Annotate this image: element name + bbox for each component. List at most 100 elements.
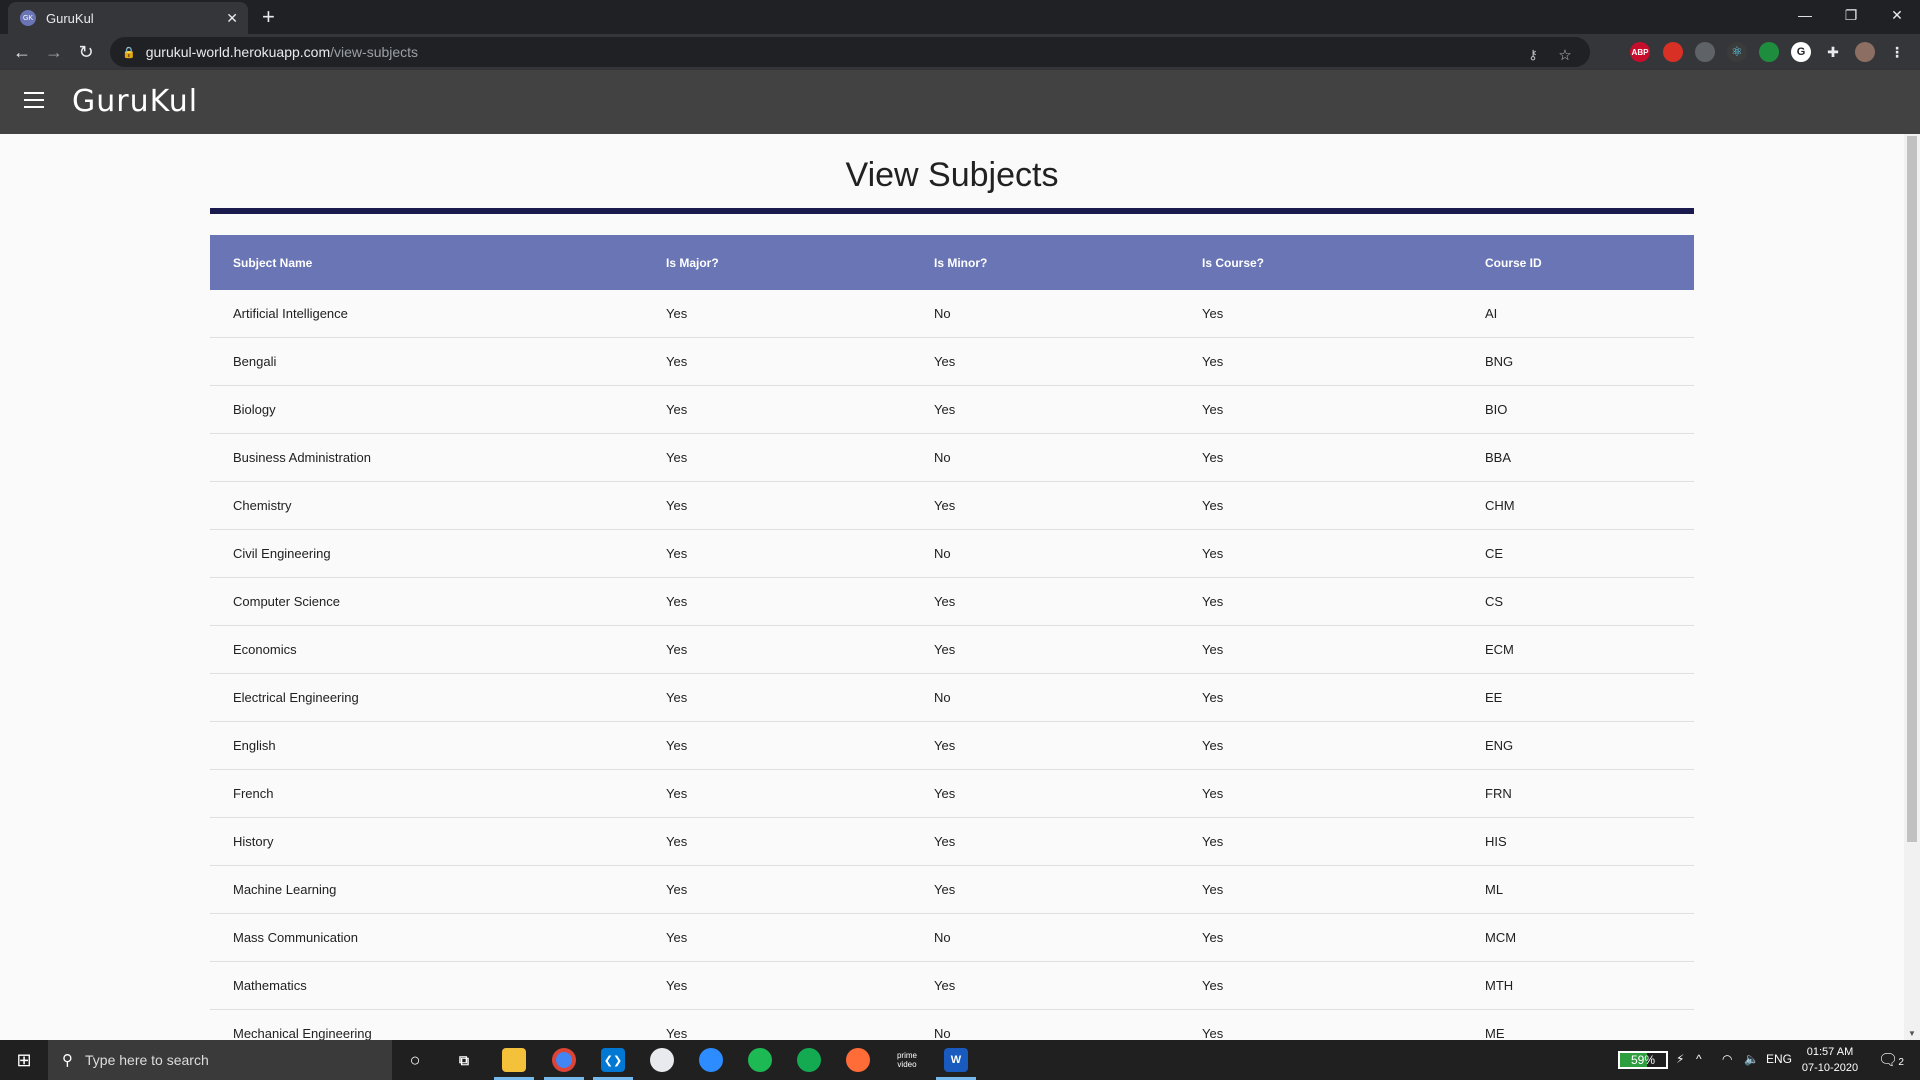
tab-close-icon[interactable]: ✕ <box>226 10 238 27</box>
address-bar[interactable]: 🔒 gurukul-world.herokuapp.com/view-subje… <box>110 37 1590 67</box>
page-scrollbar[interactable]: ▼ <box>1904 134 1920 1040</box>
search-icon: ⚲ <box>62 1052 73 1069</box>
volume-icon[interactable]: 🔈 <box>1744 1052 1759 1066</box>
vscode-icon[interactable]: ❮❯ <box>601 1048 625 1072</box>
show-hidden-icons-chevron-icon[interactable]: ^ <box>1696 1052 1702 1066</box>
cell-is-major: Yes <box>666 402 688 417</box>
cell-course-id: CE <box>1485 546 1504 561</box>
table-row: Biology Yes Yes Yes BIO <box>210 386 1694 434</box>
windows-start-icon[interactable]: ⊞ <box>0 1040 48 1080</box>
cell-is-minor: No <box>934 930 951 945</box>
cell-course-id: AI <box>1485 306 1498 321</box>
postman-icon[interactable] <box>846 1048 870 1072</box>
prime-video-icon[interactable]: prime video <box>895 1048 919 1072</box>
brand-logo[interactable]: GuruKul <box>72 84 198 119</box>
new-tab-button[interactable]: + <box>262 5 275 29</box>
column-header-is-course[interactable]: Is Course? <box>1202 256 1485 270</box>
table-row: Machine Learning Yes Yes Yes ML <box>210 866 1694 914</box>
cell-subject-name: French <box>233 786 274 801</box>
cell-is-major: Yes <box>666 1026 688 1040</box>
windows-taskbar: ⊞ ⚲ Type here to search ○ ⧉ ❮❯ prime vide… <box>0 1040 1920 1080</box>
table-body: Artificial Intelligence Yes No Yes AI Bengali… <box>210 290 1694 1040</box>
cell-is-minor: No <box>934 690 951 705</box>
cell-is-major: Yes <box>666 786 688 801</box>
cell-subject-name: English <box>233 738 276 753</box>
language-indicator[interactable]: ENG <box>1766 1052 1792 1066</box>
grammarly-icon[interactable]: G <box>1791 42 1811 62</box>
cell-course-id: ME <box>1485 1026 1505 1040</box>
cell-is-major: Yes <box>666 930 688 945</box>
browser-tab[interactable]: GK GuruKul ✕ <box>8 2 248 34</box>
cortana-icon[interactable]: ○ <box>403 1048 427 1072</box>
bookmark-star-icon[interactable]: ☆ <box>1556 46 1574 64</box>
cell-course-id: MTH <box>1485 978 1514 993</box>
browser-menu-icon[interactable]: ⋮ <box>1887 42 1907 62</box>
taskbar-search-box[interactable]: ⚲ Type here to search <box>48 1040 392 1080</box>
cell-is-course: Yes <box>1202 834 1224 849</box>
cell-is-major: Yes <box>666 738 688 753</box>
cell-is-major: Yes <box>666 306 688 321</box>
battery-indicator[interactable]: 59% <box>1618 1051 1668 1069</box>
cell-is-minor: No <box>934 450 951 465</box>
mongodb-compass-icon[interactable] <box>797 1048 821 1072</box>
task-view-icon[interactable]: ⧉ <box>452 1048 476 1072</box>
cell-course-id: ML <box>1485 882 1504 897</box>
green-extension-icon[interactable] <box>1759 42 1779 62</box>
react-devtools-icon[interactable]: ⚛ <box>1727 42 1747 62</box>
cell-course-id: EE <box>1485 690 1503 705</box>
grey-extension-icon[interactable] <box>1695 42 1715 62</box>
table-row: Artificial Intelligence Yes No Yes AI <box>210 290 1694 338</box>
cell-is-course: Yes <box>1202 642 1224 657</box>
cell-is-course: Yes <box>1202 738 1224 753</box>
table-header: Subject Name Is Major? Is Minor? Is Cour… <box>210 235 1694 290</box>
cell-course-id: BNG <box>1485 354 1514 369</box>
slack-icon[interactable] <box>650 1048 674 1072</box>
cell-is-minor: No <box>934 546 951 561</box>
cell-subject-name: Electrical Engineering <box>233 690 359 705</box>
minimize-button[interactable]: — <box>1782 0 1828 30</box>
hamburger-menu-icon[interactable] <box>24 92 44 108</box>
cell-is-minor: Yes <box>934 882 956 897</box>
restore-button[interactable]: ❐ <box>1828 0 1874 30</box>
cell-is-minor: No <box>934 1026 951 1040</box>
charging-plug-icon: ⚡ <box>1676 1052 1685 1066</box>
search-placeholder: Type here to search <box>85 1052 209 1068</box>
column-header-is-minor[interactable]: Is Minor? <box>934 256 1202 270</box>
notification-center-icon[interactable]: 🗨2 <box>1878 1050 1904 1070</box>
taskbar-clock[interactable]: 01:57 AM 07-10-2020 <box>1790 1044 1870 1076</box>
chrome-icon[interactable] <box>552 1048 576 1072</box>
table-row: Mechanical Engineering Yes No Yes ME <box>210 1010 1694 1040</box>
cell-is-major: Yes <box>666 834 688 849</box>
cell-subject-name: Computer Science <box>233 594 340 609</box>
reload-icon[interactable]: ↻ <box>74 40 98 64</box>
column-header-subject-name[interactable]: Subject Name <box>210 256 666 270</box>
spotify-icon[interactable] <box>748 1048 772 1072</box>
forward-arrow-icon[interactable]: → <box>42 40 66 64</box>
key-icon[interactable]: ⚷ <box>1524 46 1542 64</box>
browser-tab-strip: GK GuruKul ✕ + — ❐ ✕ <box>0 0 1920 34</box>
column-header-course-id[interactable]: Course ID <box>1485 256 1694 270</box>
cell-is-course: Yes <box>1202 594 1224 609</box>
word-icon[interactable]: W <box>944 1048 968 1072</box>
adblock-icon[interactable]: ABP <box>1630 42 1650 62</box>
scrollbar-thumb[interactable] <box>1907 136 1917 842</box>
zoom-icon[interactable] <box>699 1048 723 1072</box>
extensions-puzzle-icon[interactable]: ✚ <box>1823 42 1843 62</box>
profile-avatar[interactable] <box>1855 42 1875 62</box>
window-close-button[interactable]: ✕ <box>1874 0 1920 30</box>
column-header-is-major[interactable]: Is Major? <box>666 256 934 270</box>
back-arrow-icon[interactable]: ← <box>10 40 34 64</box>
table-row: Computer Science Yes Yes Yes CS <box>210 578 1694 626</box>
file-explorer-icon[interactable] <box>502 1048 526 1072</box>
cell-is-minor: Yes <box>934 354 956 369</box>
cell-is-course: Yes <box>1202 546 1224 561</box>
cell-is-minor: No <box>934 306 951 321</box>
wifi-icon[interactable]: ◠ <box>1722 1052 1732 1066</box>
clock-date: 07-10-2020 <box>1801 1062 1859 1074</box>
cell-is-course: Yes <box>1202 450 1224 465</box>
title-divider <box>210 208 1694 214</box>
red-extension-icon[interactable] <box>1663 42 1683 62</box>
scroll-down-arrow-icon[interactable]: ▼ <box>1908 1029 1916 1038</box>
cell-is-major: Yes <box>666 642 688 657</box>
cell-is-course: Yes <box>1202 690 1224 705</box>
